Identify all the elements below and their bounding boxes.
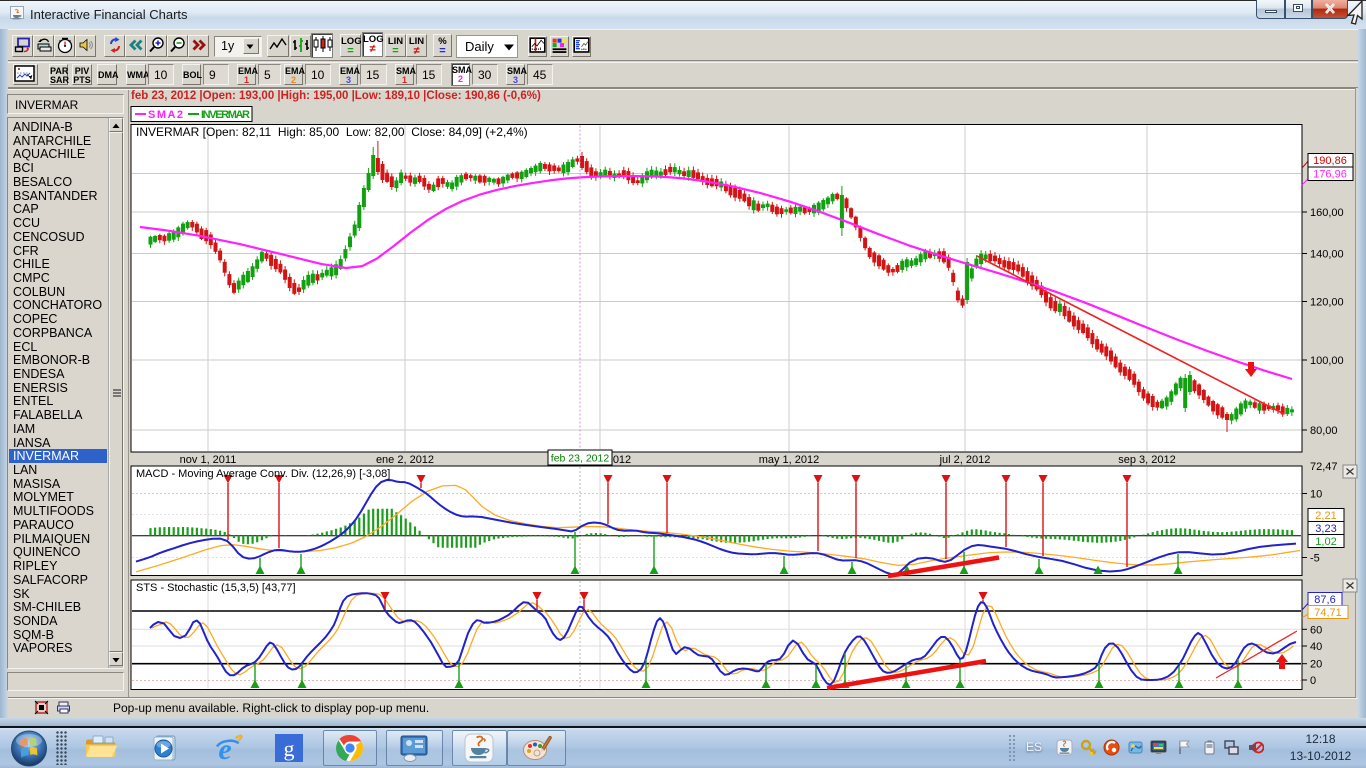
svg-text:ene 2, 2012: ene 2, 2012 bbox=[376, 454, 434, 466]
svg-text:160,00: 160,00 bbox=[1310, 207, 1344, 219]
svg-text:SMA2: SMA2 bbox=[148, 109, 183, 121]
svg-text:012: 012 bbox=[613, 454, 631, 466]
svg-text:sep 3, 2012: sep 3, 2012 bbox=[1118, 454, 1176, 466]
svg-text:40: 40 bbox=[1310, 641, 1322, 653]
svg-text:feb 23, 2012: feb 23, 2012 bbox=[551, 453, 610, 465]
svg-text:-5: -5 bbox=[1310, 553, 1320, 565]
svg-text:0: 0 bbox=[1310, 675, 1316, 687]
svg-text:feb 23, 2012 |Open: 193,00 |Hi: feb 23, 2012 |Open: 193,00 |High: 195,00… bbox=[131, 90, 541, 102]
svg-text:87,6: 87,6 bbox=[1314, 594, 1335, 606]
svg-text:STS - Stochastic (15,3,5) [43,: STS - Stochastic (15,3,5) [43,77] bbox=[136, 582, 296, 594]
svg-text:60: 60 bbox=[1310, 624, 1322, 636]
svg-text:MACD - Moving Average Conv. Di: MACD - Moving Average Conv. Div. (12,26,… bbox=[136, 468, 390, 480]
svg-text:120,00: 120,00 bbox=[1310, 297, 1344, 309]
svg-text:jul 2, 2012: jul 2, 2012 bbox=[939, 454, 991, 466]
svg-text:g: g bbox=[284, 736, 295, 761]
svg-text:74,71: 74,71 bbox=[1314, 607, 1342, 619]
svg-text:3,23: 3,23 bbox=[1315, 523, 1336, 535]
svg-text:140,00: 140,00 bbox=[1310, 249, 1344, 261]
svg-text:190,86: 190,86 bbox=[1313, 155, 1347, 167]
svg-text:72,47: 72,47 bbox=[1310, 461, 1338, 473]
svg-text:1,02: 1,02 bbox=[1315, 536, 1336, 548]
svg-text:20: 20 bbox=[1310, 659, 1322, 671]
svg-text:INVERMAR: INVERMAR bbox=[201, 109, 250, 121]
svg-text:10: 10 bbox=[1310, 489, 1322, 501]
svg-text:INVERMAR [Open: 82,11 High: 8: INVERMAR [Open: 82,11 High: 85,00 Low: 8… bbox=[136, 125, 528, 139]
svg-text:80,00: 80,00 bbox=[1310, 425, 1338, 437]
svg-text:e: e bbox=[218, 733, 231, 764]
svg-text:176,96: 176,96 bbox=[1313, 169, 1347, 181]
svg-text:nov 1, 2011: nov 1, 2011 bbox=[180, 454, 237, 466]
svg-text:may 1, 2012: may 1, 2012 bbox=[759, 454, 820, 466]
svg-text:100,00: 100,00 bbox=[1310, 355, 1344, 367]
svg-text:2,21: 2,21 bbox=[1315, 510, 1336, 522]
